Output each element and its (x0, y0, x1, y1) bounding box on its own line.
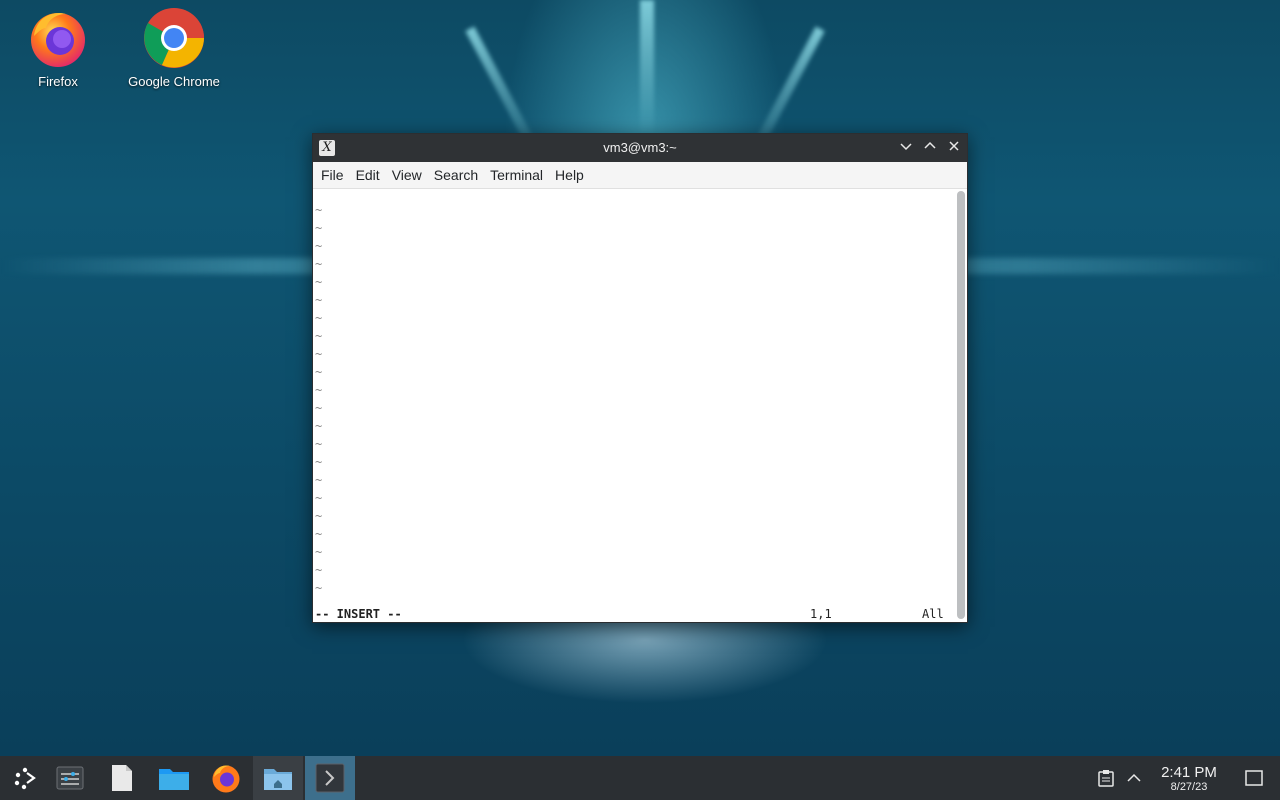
terminal-window: X vm3@vm3:~ File Edit View Search Termin… (312, 133, 968, 623)
file-manager-icon (159, 769, 189, 790)
terminal-scrollbar[interactable] (957, 191, 965, 619)
taskbar-file-manager[interactable] (149, 756, 199, 800)
vim-mode-indicator: -- INSERT -- (315, 607, 402, 621)
menu-search[interactable]: Search (428, 167, 484, 183)
taskbar-firefox[interactable] (201, 756, 251, 800)
window-title: vm3@vm3:~ (603, 140, 677, 155)
taskbar (0, 756, 1280, 800)
vim-scroll-position: All (922, 607, 944, 621)
desktop-icon-firefox[interactable]: Firefox (3, 6, 113, 89)
clock-date: 8/27/23 (1170, 781, 1208, 793)
text-editor-icon (112, 765, 132, 791)
chevron-down-icon (900, 143, 912, 151)
terminal-icon (315, 763, 345, 793)
show-desktop-button[interactable] (1229, 756, 1279, 800)
taskbar-terminal[interactable] (305, 756, 355, 800)
application-launcher-icon (14, 767, 36, 790)
firefox-icon (31, 12, 85, 67)
chevron-up-icon (1127, 773, 1141, 782)
chrome-icon (144, 8, 205, 68)
menu-view[interactable]: View (386, 167, 428, 183)
minimize-button[interactable] (897, 139, 915, 157)
vim-empty-line-markers: ~ ~ ~ ~ ~ ~ ~ ~ ~ ~ ~ ~ ~ ~ ~ ~ ~ ~ ~ ~ … (315, 203, 323, 595)
home-folder-icon (264, 769, 292, 790)
show-desktop-icon (1245, 770, 1263, 786)
close-button[interactable] (945, 139, 963, 157)
menu-bar: File Edit View Search Terminal Help (313, 162, 967, 189)
system-settings-icon (56, 766, 84, 790)
chevron-up-icon (924, 141, 936, 149)
taskbar-text-editor[interactable] (97, 756, 147, 800)
taskbar-system-settings[interactable] (45, 756, 95, 800)
window-titlebar[interactable]: X vm3@vm3:~ (313, 134, 967, 162)
menu-terminal[interactable]: Terminal (484, 167, 549, 183)
desktop-icon-google-chrome[interactable]: Google Chrome (119, 6, 229, 89)
maximize-button[interactable] (921, 139, 939, 157)
taskbar-home-folder[interactable] (253, 756, 303, 800)
clock-time: 2:41 PM (1161, 764, 1217, 781)
wallpaper-ray (640, 0, 654, 135)
desktop-icon-label: Firefox (38, 74, 78, 89)
vim-cursor-position: 1,1 (810, 607, 832, 621)
taskbar-clock[interactable]: 2:41 PM 8/27/23 (1150, 764, 1228, 793)
application-launcher-button[interactable] (0, 756, 50, 800)
terminal-text-area[interactable]: ~ ~ ~ ~ ~ ~ ~ ~ ~ ~ ~ ~ ~ ~ ~ ~ ~ ~ ~ ~ … (313, 189, 953, 622)
menu-edit[interactable]: Edit (350, 167, 386, 183)
close-icon (949, 141, 959, 151)
menu-help[interactable]: Help (549, 167, 590, 183)
desktop-icon-label: Google Chrome (128, 74, 220, 89)
firefox-icon (212, 765, 240, 793)
menu-file[interactable]: File (315, 167, 350, 183)
